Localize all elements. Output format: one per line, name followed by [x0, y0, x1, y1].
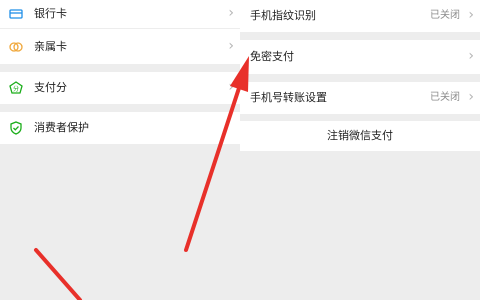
family-card-icon	[8, 39, 24, 55]
left-panel: 银行卡 › 亲属卡 › 分 支付分 › 消费者保护	[0, 0, 240, 300]
payscore-icon: 分	[8, 80, 24, 96]
deactivate-wechat-pay-label: 注销微信支付	[327, 129, 393, 142]
list-item-password-free-pay[interactable]: 免密支付 ›	[240, 40, 480, 74]
list-item-consumer-protection[interactable]: 消费者保护	[0, 112, 240, 144]
list-item-family-card[interactable]: 亲属卡 ›	[0, 29, 240, 64]
chevron-right-icon: ›	[468, 89, 474, 105]
fingerprint-label: 手机指纹识别	[250, 9, 316, 22]
chevron-right-icon: ›	[228, 38, 234, 54]
deactivate-wechat-pay-button[interactable]: 注销微信支付	[240, 121, 480, 151]
bank-card-label: 银行卡	[34, 7, 67, 20]
family-card-label: 亲属卡	[34, 40, 67, 53]
list-item-phone-transfer[interactable]: 手机号转账设置 已关闭 ›	[240, 82, 480, 114]
chevron-right-icon: ›	[228, 5, 234, 21]
svg-text:分: 分	[13, 85, 19, 93]
list-item-fingerprint[interactable]: 手机指纹识别 已关闭 ›	[240, 0, 480, 32]
chevron-right-icon: ›	[468, 48, 474, 64]
bank-card-icon	[8, 6, 24, 22]
chevron-right-icon: ›	[468, 7, 474, 23]
payscore-label: 支付分	[34, 81, 67, 94]
consumer-protection-icon	[8, 120, 24, 136]
password-free-pay-label: 免密支付	[250, 50, 294, 63]
list-item-payscore[interactable]: 分 支付分 ›	[0, 72, 240, 104]
fingerprint-status: 已关闭	[430, 10, 460, 21]
chevron-right-icon: ›	[228, 79, 234, 95]
right-panel: 手机指纹识别 已关闭 › 免密支付 › 手机号转账设置 已关闭 › 注销微信支付	[240, 0, 480, 300]
phone-transfer-label: 手机号转账设置	[250, 91, 327, 104]
phone-transfer-status: 已关闭	[430, 92, 460, 103]
consumer-protection-label: 消费者保护	[34, 121, 89, 134]
list-item-bank-card[interactable]: 银行卡 ›	[0, 0, 240, 28]
